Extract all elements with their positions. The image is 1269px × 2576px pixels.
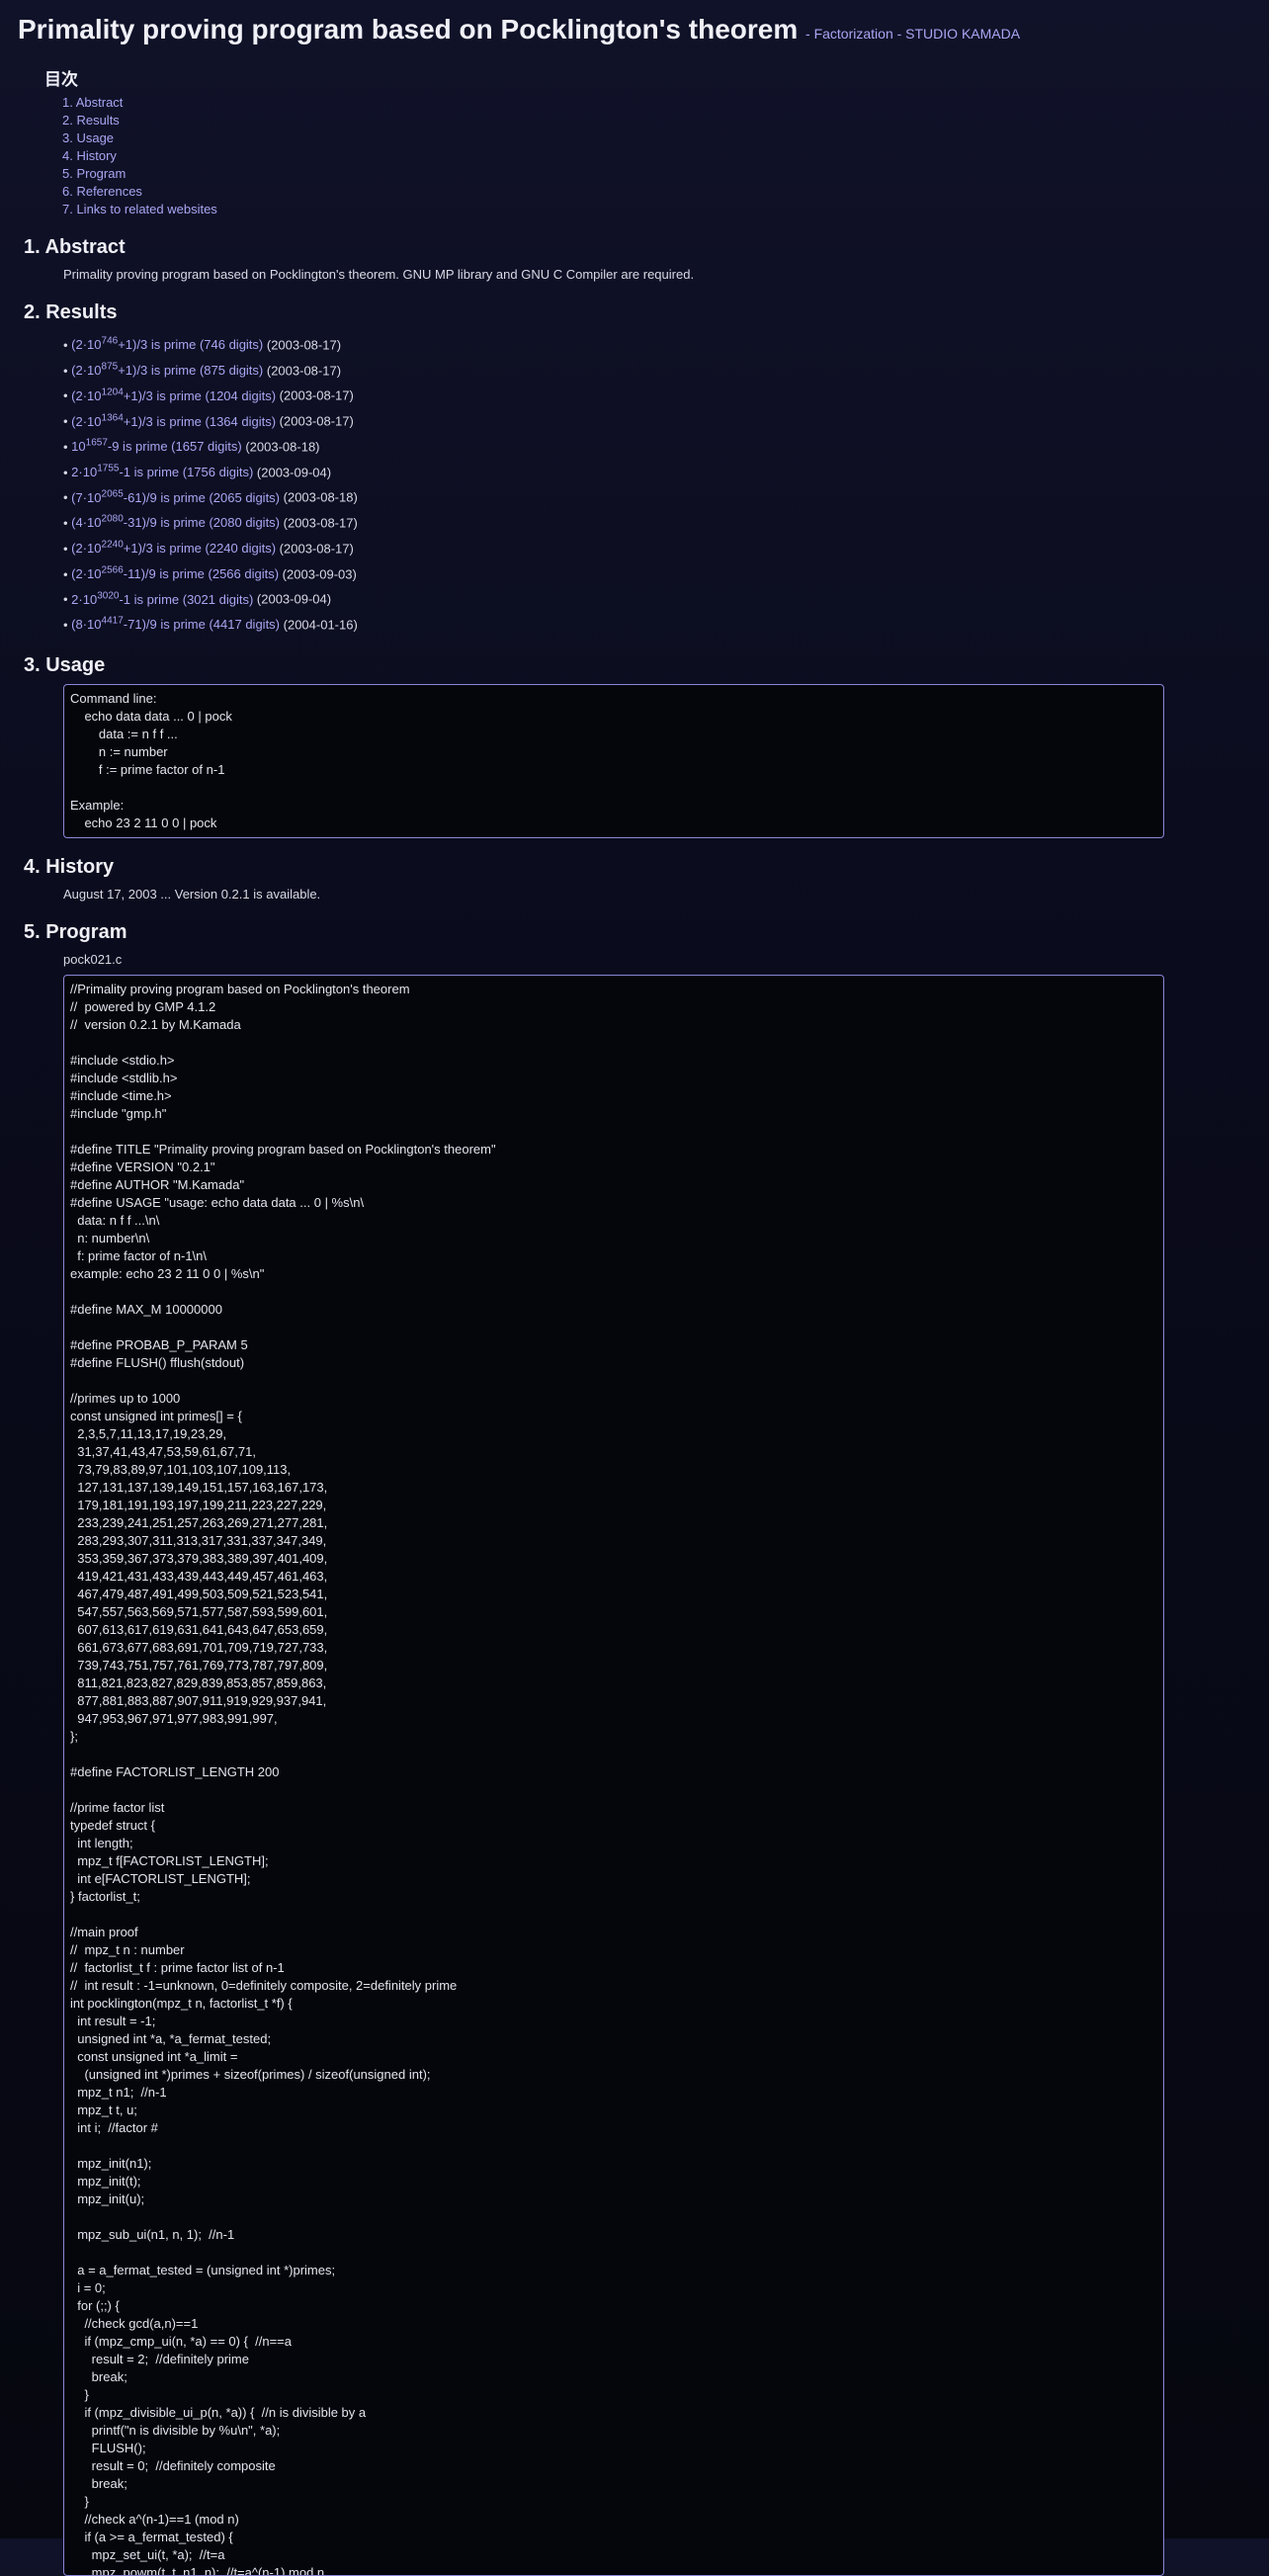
result-date: (2003-09-04) (256, 465, 332, 479)
toc-heading: 目次 (44, 70, 78, 89)
result-date: (2003-08-18) (283, 489, 358, 505)
toc-item: 1. Abstract (62, 94, 1251, 112)
result-item: • (2·102566-11)/9 is prime (2566 digits)… (63, 564, 357, 581)
result-date: (2003-08-17) (279, 413, 354, 429)
toc-link[interactable]: 3. Usage (62, 130, 114, 145)
result-item: • (7·102065-61)/9 is prime (2065 digits)… (63, 488, 358, 505)
result-link[interactable]: (2·10746+1)/3 is prime (746 digits) (71, 336, 263, 352)
usage-heading: 3. Usage (24, 653, 106, 676)
history-heading: 4. History (24, 855, 115, 878)
toc-item: 2. Results (62, 112, 1251, 129)
result-item: • (2·102240+1)/3 is prime (2240 digits) … (63, 539, 354, 557)
page-title-text: Primality proving program based on Pockl… (18, 14, 799, 44)
page: Primality proving program based on Pockl… (0, 0, 1269, 2576)
page-title: Primality proving program based on Pockl… (18, 12, 1251, 51)
result-date: (2003-08-18) (245, 439, 320, 455)
result-link[interactable]: 2·101755-1 is prime (1756 digits) (71, 464, 253, 479)
result-link[interactable]: (7·102065-61)/9 is prime (2065 digits) (71, 488, 280, 504)
toc-item: 6. References (62, 183, 1251, 201)
results-list: • (2·10746+1)/3 is prime (746 digits) (2… (63, 331, 1251, 637)
results-heading: 2. Results (24, 301, 118, 323)
toc-link[interactable]: 4. History (62, 148, 117, 163)
result-item: • (8·104417-71)/9 is prime (4417 digits)… (63, 616, 358, 633)
result-item: • 2·103020-1 is prime (3021 digits) (200… (63, 590, 332, 607)
toc-link[interactable]: 5. Program (62, 166, 126, 181)
result-link[interactable]: 101657-9 is prime (1657 digits) (71, 438, 242, 454)
history-text: August 17, 2003 ... Version 0.2.1 is ava… (63, 886, 321, 902)
toc-item: 5. Program (62, 165, 1251, 183)
breadcrumb-link[interactable]: - Factorization - STUDIO KAMADA (805, 26, 1020, 42)
abstract-text: Primality proving program based on Pockl… (63, 267, 695, 282)
table-of-contents: 目次 1. Abstract 2. Results 3. Usage 4. Histo… (44, 65, 1251, 218)
result-item: • (2·101364+1)/3 is prime (1364 digits) … (63, 412, 354, 429)
result-item: • (2·10875+1)/3 is prime (875 digits) (2… (63, 361, 342, 379)
result-item: • 101657-9 is prime (1657 digits) (2003-… (63, 437, 320, 455)
result-date: (2003-09-03) (282, 565, 357, 581)
result-link[interactable]: (2·101364+1)/3 is prime (1364 digits) (71, 412, 276, 428)
result-link[interactable]: (2·10875+1)/3 is prime (875 digits) (71, 362, 263, 378)
result-date: (2003-08-17) (283, 515, 358, 531)
toc-item: 7. Links to related websites (62, 201, 1251, 218)
result-date: (2004-01-16) (283, 617, 358, 633)
result-date: (2003-08-17) (266, 337, 342, 353)
toc-item: 4. History (62, 147, 1251, 165)
toc-link[interactable]: 1. Abstract (62, 95, 123, 110)
result-item: • (4·102080-31)/9 is prime (2080 digits)… (63, 514, 358, 531)
result-date: (2003-08-17) (279, 541, 354, 557)
abstract-heading: 1. Abstract (24, 236, 126, 258)
result-link[interactable]: 2·103020-1 is prime (3021 digits) (71, 590, 253, 606)
program-heading: 5. Program (24, 920, 127, 943)
toc-link[interactable]: 7. Links to related websites (62, 202, 217, 216)
program-filename: pock021.c (63, 951, 123, 967)
toc-item: 3. Usage (62, 129, 1251, 147)
result-item: • 2·101755-1 is prime (1756 digits) (200… (63, 463, 332, 479)
result-date: (2003-09-04) (256, 591, 332, 607)
result-date: (2003-08-17) (266, 363, 342, 379)
result-item: • (2·10746+1)/3 is prime (746 digits) (2… (63, 336, 342, 353)
program-code-block: //Primality proving program based on Poc… (63, 974, 1164, 2576)
result-link[interactable]: (2·102566-11)/9 is prime (2566 digits) (71, 565, 279, 581)
result-link[interactable]: (2·101204+1)/3 is prime (1204 digits) (71, 386, 276, 402)
toc-list: 1. Abstract 2. Results 3. Usage 4. History 5… (44, 94, 1251, 218)
result-link[interactable]: (2·102240+1)/3 is prime (2240 digits) (71, 540, 276, 556)
result-link[interactable]: (4·102080-31)/9 is prime (2080 digits) (71, 514, 280, 530)
result-link[interactable]: (8·104417-71)/9 is prime (4417 digits) (71, 616, 280, 632)
result-date: (2003-08-17) (279, 387, 354, 403)
toc-link[interactable]: 6. References (62, 184, 142, 199)
toc-link[interactable]: 2. Results (62, 113, 120, 128)
usage-code-block: Command line: echo data data ... 0 | poc… (63, 683, 1164, 838)
result-item: • (2·101204+1)/3 is prime (1204 digits) … (63, 386, 354, 403)
